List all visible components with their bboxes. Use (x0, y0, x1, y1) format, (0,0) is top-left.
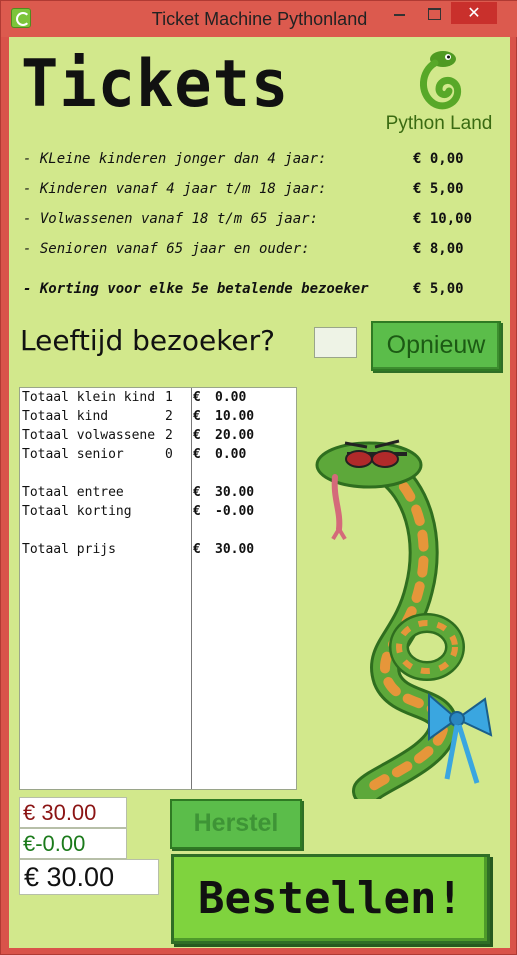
python-land-logo-text: Python Land (385, 113, 493, 134)
price-description: - KLeine kinderen jonger dan 4 jaar: (23, 151, 327, 167)
summary-currency: € (193, 485, 201, 500)
summary-currency: € (193, 428, 201, 443)
summary-label: Totaal volwassene (22, 428, 156, 443)
window-frame: Ticket Machine Pythonland ✕ Tickets Pyth… (0, 0, 517, 955)
summary-label: Totaal kind (22, 409, 109, 424)
minimize-button[interactable] (385, 2, 415, 24)
summary-currency: € (193, 390, 201, 405)
price-row-small-children: - KLeine kinderen jonger dan 4 jaar: € 0… (23, 151, 493, 173)
price-row-children: - Kinderen vanaf 4 jaar t/m 18 jaar: € 5… (23, 181, 493, 203)
summary-value: 10.00 (215, 409, 255, 424)
price-value: € 5,00 (413, 281, 464, 297)
summary-value: 0.00 (215, 447, 247, 462)
snake-illustration-icon (315, 439, 493, 799)
summary-row: Totaal korting € -0.00 (20, 504, 296, 523)
price-description: - Korting voor elke 5e betalende bezoeke… (23, 281, 369, 297)
price-row-adults: - Volwassenen vanaf 18 t/m 65 jaar: € 10… (23, 211, 493, 233)
summary-list: Totaal klein kind 1 € 0.00 Totaal kind 2… (19, 387, 297, 790)
summary-count: 0 (165, 447, 173, 462)
price-row-discount: - Korting voor elke 5e betalende bezoeke… (23, 281, 493, 303)
price-value: € 5,00 (413, 181, 464, 197)
herstel-button[interactable]: Herstel (170, 799, 302, 849)
summary-value: 30.00 (215, 485, 255, 500)
summary-row: Totaal prijs € 30.00 (20, 542, 296, 561)
age-input[interactable] (314, 327, 357, 358)
summary-currency: € (193, 409, 201, 424)
price-description: - Senioren vanaf 65 jaar en ouder: (23, 241, 310, 257)
order-button[interactable]: Bestellen! (171, 854, 490, 944)
summary-row: Totaal kind 2 € 10.00 (20, 409, 296, 428)
summary-value: -0.00 (215, 504, 255, 519)
page-title: Tickets (21, 45, 290, 122)
amount-to-pay-field: € 30.00 (19, 859, 159, 895)
total-price-field: € 30.00 (19, 797, 127, 828)
price-value: € 10,00 (413, 211, 473, 227)
summary-currency: € (193, 542, 201, 557)
summary-count: 1 (165, 390, 173, 405)
age-label: Leeftijd bezoeker? (20, 324, 276, 357)
summary-value: 30.00 (215, 542, 255, 557)
summary-count: 2 (165, 409, 173, 424)
summary-label: Totaal entree (22, 485, 124, 500)
summary-count: 2 (165, 428, 173, 443)
summary-label: Totaal korting (22, 504, 132, 519)
summary-label: Totaal klein kind (22, 390, 156, 405)
summary-row: Totaal entree € 30.00 (20, 485, 296, 504)
summary-label: Totaal prijs (22, 542, 116, 557)
title-bar[interactable]: Ticket Machine Pythonland ✕ (1, 1, 517, 37)
summary-row: Totaal senior 0 € 0.00 (20, 447, 296, 466)
python-land-logo-icon (420, 51, 462, 110)
price-value: € 8,00 (413, 241, 464, 257)
summary-currency: € (193, 447, 201, 462)
main-panel: Tickets Python Land - KLeine kinderen jo… (9, 37, 510, 948)
price-description: - Volwassenen vanaf 18 t/m 65 jaar: (23, 211, 319, 227)
summary-value: 20.00 (215, 428, 255, 443)
discount-field: €-0.00 (19, 828, 127, 859)
maximize-button[interactable] (419, 2, 449, 24)
price-row-seniors: - Senioren vanaf 65 jaar en ouder: € 8,0… (23, 241, 493, 263)
summary-row: Totaal volwassene 2 € 20.00 (20, 428, 296, 447)
close-icon: ✕ (467, 3, 481, 22)
summary-label: Totaal senior (22, 447, 124, 462)
summary-currency: € (193, 504, 201, 519)
reset-button[interactable]: Opnieuw (371, 321, 501, 371)
price-description: - Kinderen vanaf 4 jaar t/m 18 jaar: (23, 181, 327, 197)
summary-value: 0.00 (215, 390, 247, 405)
close-button[interactable]: ✕ (451, 2, 497, 24)
price-value: € 0,00 (413, 151, 464, 167)
summary-row: Totaal klein kind 1 € 0.00 (20, 390, 296, 409)
